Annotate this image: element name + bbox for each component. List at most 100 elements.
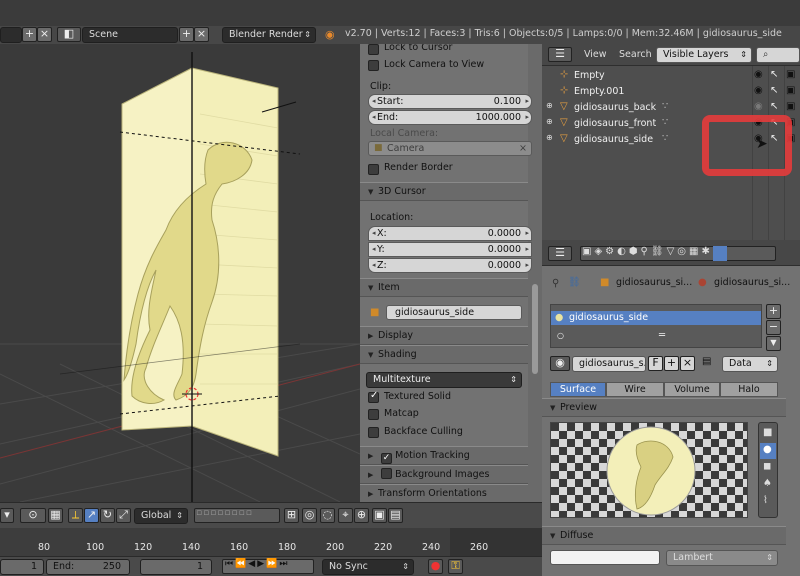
cursor-x-field[interactable]: ◂ X: 0.0000 ▸: [368, 226, 532, 241]
mode-dropdown[interactable]: ▾: [0, 508, 14, 523]
renderable-camera-icon[interactable]: ▣: [786, 69, 795, 80]
backface-culling-checkbox[interactable]: [368, 427, 379, 438]
3d-viewport[interactable]: [0, 44, 360, 502]
render-border-checkbox[interactable]: [368, 164, 379, 175]
add-scene-button[interactable]: +: [179, 27, 194, 42]
visibility-eye-icon[interactable]: ◉: [754, 101, 763, 112]
transform-orientation-select[interactable]: Global ⇕: [134, 508, 188, 524]
clear-field-icon[interactable]: ×: [519, 142, 527, 155]
node-tree-icon[interactable]: ▤: [702, 356, 711, 367]
panel-scrollbar[interactable]: [532, 284, 538, 374]
end-frame-field[interactable]: End: 250: [46, 559, 130, 575]
lock-to-cursor-checkbox[interactable]: [368, 44, 379, 55]
renderable-camera-icon[interactable]: ▣: [786, 85, 795, 96]
slot-specials-button[interactable]: ▼: [766, 336, 781, 351]
shading-mode-select[interactable]: Multitexture ⇕: [366, 372, 522, 388]
editor-type-icon[interactable]: ☰: [548, 47, 572, 62]
renderable-camera-icon[interactable]: ▣: [786, 101, 795, 112]
sync-mode-select[interactable]: No Sync ⇕: [322, 559, 414, 575]
fake-user-button[interactable]: F: [648, 356, 663, 371]
selectable-cursor-icon[interactable]: ↖: [770, 85, 778, 96]
motion-tracking-checkbox[interactable]: ✓: [381, 453, 393, 464]
preview-sphere-icon[interactable]: ●: [763, 444, 772, 455]
textured-solid-checkbox[interactable]: [368, 390, 379, 403]
visibility-eye-icon[interactable]: ◉: [754, 85, 763, 96]
manipulator-axes-icon[interactable]: ⟂: [68, 508, 83, 523]
cursor-y-field[interactable]: ◂ Y: 0.0000 ▸: [368, 242, 532, 257]
expand-plus-icon[interactable]: ⊕: [546, 133, 553, 142]
preview-type-column[interactable]: ■ ● ◼ ♠ ⌇: [758, 422, 778, 518]
clip-end-field[interactable]: ◂ End: 1000.000 ▸: [368, 110, 532, 125]
decrement-arrow-icon[interactable]: ◂: [372, 111, 376, 124]
selectable-cursor-icon[interactable]: ↖: [770, 69, 778, 80]
context-tab-icons[interactable]: ▣◈⚙◐⬢⚲⛓▽◎▦✱: [582, 246, 713, 257]
render-engine-select[interactable]: Blender Render ⇕: [222, 27, 316, 43]
expand-plus-icon[interactable]: ⊕: [546, 117, 553, 126]
start-frame-field[interactable]: 1: [0, 559, 44, 575]
3d-cursor-section-header[interactable]: ▼ 3D Cursor: [360, 182, 528, 201]
link-type-select[interactable]: Data ⇕: [722, 356, 778, 372]
decrement-arrow-icon[interactable]: ◂: [372, 95, 376, 108]
view-menu[interactable]: View: [584, 49, 607, 60]
preview-cube-icon[interactable]: ◼: [763, 461, 771, 472]
add-screen-button[interactable]: +: [22, 27, 37, 42]
tab-surface[interactable]: Surface: [550, 382, 606, 397]
new-material-button[interactable]: +: [664, 356, 679, 371]
material-slot-row[interactable]: ● gidiosaurus_side: [551, 311, 761, 325]
tab-wire[interactable]: Wire: [606, 382, 664, 397]
manipulator-toggle-icon[interactable]: ▦: [48, 508, 63, 523]
list-filter-icon[interactable]: ○: [557, 331, 564, 340]
visibility-eye-icon[interactable]: ◉: [754, 69, 763, 80]
render-preview-icon[interactable]: ▣: [372, 508, 387, 523]
scene-field[interactable]: Scene: [82, 27, 178, 43]
selectable-cursor-icon[interactable]: ↖: [770, 101, 778, 112]
tab-halo[interactable]: Halo: [720, 382, 778, 397]
remove-scene-button[interactable]: ×: [194, 27, 209, 42]
outliner-row-empty-001[interactable]: ⊹ Empty.001 ◉ ↖ ▣: [542, 84, 800, 100]
outliner-search-input[interactable]: ⌕: [756, 47, 800, 63]
decrement-arrow-icon[interactable]: ◂: [372, 259, 376, 272]
increment-arrow-icon[interactable]: ▸: [525, 243, 529, 256]
proportional-falloff-icon[interactable]: ◌: [320, 508, 335, 523]
outliner-row-empty[interactable]: ⊹ Empty ◉ ↖ ▣: [542, 68, 800, 84]
proportional-edit-icon[interactable]: ◎: [302, 508, 317, 523]
matcap-checkbox[interactable]: [368, 409, 379, 420]
motion-tracking-section-header[interactable]: ▶ ✓ Motion Tracking: [360, 446, 528, 465]
rotate-icon[interactable]: ↻: [100, 508, 115, 523]
editor-type-icon[interactable]: ☰: [548, 246, 572, 261]
unlink-material-button[interactable]: ×: [680, 356, 695, 371]
timeline-editor[interactable]: [0, 528, 542, 556]
resize-grip-icon[interactable]: ═: [659, 330, 665, 341]
shading-section-header[interactable]: ▼ Shading: [360, 345, 528, 364]
material-slots-list[interactable]: ● gidiosaurus_side ○ ═: [550, 304, 762, 348]
preview-section-header[interactable]: ▼ Preview: [542, 398, 786, 417]
background-images-section-header[interactable]: ▶ Background Images: [360, 465, 528, 484]
add-material-slot-button[interactable]: +: [766, 304, 781, 319]
material-browse-icon[interactable]: ◉: [550, 356, 570, 371]
snap-icon[interactable]: ⌖: [338, 508, 353, 523]
item-name-field[interactable]: gidiosaurus_side: [386, 305, 522, 320]
render-animation-icon[interactable]: ▤: [388, 508, 403, 523]
lock-camera-checkbox[interactable]: [368, 60, 379, 71]
diffuse-color-swatch[interactable]: [550, 550, 660, 565]
scene-browse-icon[interactable]: ◧: [57, 27, 81, 42]
local-camera-field[interactable]: ■ Camera ×: [368, 141, 532, 156]
keying-set-icon[interactable]: ⚿: [448, 559, 463, 574]
pivot-point-icon[interactable]: ⊙: [20, 508, 46, 523]
preview-hair-icon[interactable]: ⌇: [763, 495, 768, 506]
diffuse-shader-select[interactable]: Lambert ⇕: [666, 550, 778, 566]
material-name-field[interactable]: gidiosaurus_s...: [572, 356, 646, 372]
increment-arrow-icon[interactable]: ▸: [525, 259, 529, 272]
preview-monkey-icon[interactable]: ♠: [763, 478, 772, 489]
snap-element-icon[interactable]: ⊕: [354, 508, 369, 523]
playback-icons[interactable]: ⏮⏪◀▶⏩⏭: [225, 559, 289, 569]
scale-icon[interactable]: ⤢: [116, 508, 131, 523]
expand-plus-icon[interactable]: ⊕: [546, 101, 553, 110]
decrement-arrow-icon[interactable]: ◂: [372, 243, 376, 256]
display-section-header[interactable]: ▶ Display: [360, 326, 528, 345]
transform-orientations-section-header[interactable]: ▶ Transform Orientations: [360, 484, 528, 502]
search-menu[interactable]: Search: [619, 49, 652, 60]
remove-screen-button[interactable]: ×: [37, 27, 52, 42]
translate-icon[interactable]: ↗: [84, 508, 99, 523]
remove-material-slot-button[interactable]: −: [766, 320, 781, 335]
